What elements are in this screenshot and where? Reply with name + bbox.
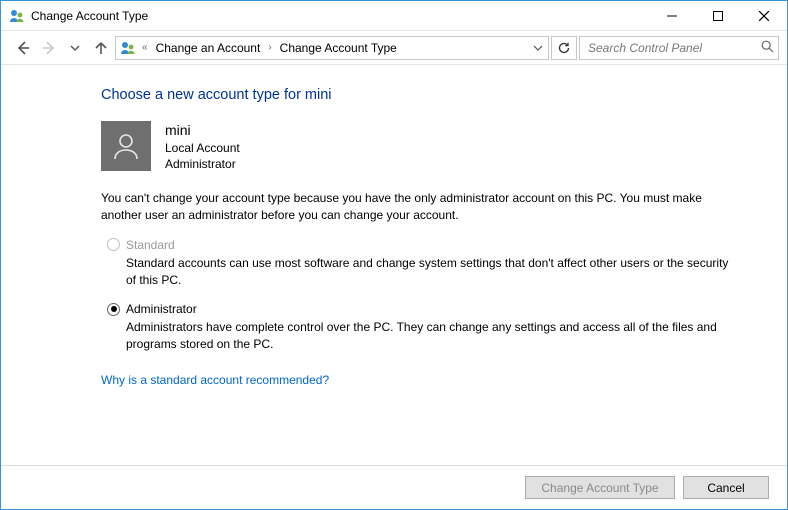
user-accounts-icon [120, 40, 136, 56]
account-type-options: Standard Standard accounts can use most … [107, 238, 731, 353]
navbar: « Change an Account › Change Account Typ… [1, 31, 787, 65]
radio-administrator[interactable] [107, 303, 120, 316]
option-administrator-description: Administrators have complete control ove… [126, 319, 731, 353]
address-dropdown-button[interactable] [530, 43, 546, 53]
option-administrator[interactable]: Administrator Administrators have comple… [107, 302, 731, 353]
close-button[interactable] [741, 1, 787, 31]
footer: Change Account Type Cancel [1, 465, 787, 509]
option-standard-row: Standard [107, 238, 731, 252]
window-title: Change Account Type [31, 9, 148, 23]
address-bar[interactable]: « Change an Account › Change Account Typ… [115, 36, 549, 60]
search-input[interactable] [586, 40, 761, 56]
change-account-type-button[interactable]: Change Account Type [525, 476, 675, 499]
user-meta: mini Local Account Administrator [165, 121, 240, 172]
radio-standard [107, 238, 120, 251]
maximize-button[interactable] [695, 1, 741, 31]
chevron-left-icon: « [140, 42, 150, 53]
search-icon [761, 40, 774, 56]
titlebar: Change Account Type [1, 1, 787, 31]
user-name: mini [165, 121, 240, 140]
page-heading: Choose a new account type for mini [101, 87, 731, 103]
back-button[interactable] [11, 36, 35, 60]
option-standard: Standard Standard accounts can use most … [107, 238, 731, 289]
user-summary: mini Local Account Administrator [101, 121, 731, 172]
breadcrumb-segment[interactable]: Change an Account [154, 41, 263, 55]
option-standard-label: Standard [126, 238, 175, 252]
up-button[interactable] [89, 36, 113, 60]
user-accounts-icon [9, 8, 25, 24]
recent-locations-button[interactable] [63, 36, 87, 60]
user-role: Administrator [165, 156, 240, 172]
breadcrumb-segment[interactable]: Change Account Type [278, 41, 399, 55]
search-box[interactable] [579, 36, 779, 60]
chevron-right-icon: › [266, 42, 273, 53]
refresh-button[interactable] [551, 36, 577, 60]
help-link[interactable]: Why is a standard account recommended? [101, 373, 329, 387]
cancel-button[interactable]: Cancel [683, 476, 769, 499]
user-account-kind: Local Account [165, 140, 240, 156]
option-administrator-row[interactable]: Administrator [107, 302, 731, 316]
forward-button[interactable] [37, 36, 61, 60]
explanation-text: You can't change your account type becau… [101, 190, 731, 224]
avatar [101, 121, 151, 171]
option-standard-description: Standard accounts can use most software … [126, 255, 731, 289]
option-administrator-label: Administrator [126, 302, 197, 316]
content-area: Choose a new account type for mini mini … [1, 65, 787, 465]
minimize-button[interactable] [649, 1, 695, 31]
